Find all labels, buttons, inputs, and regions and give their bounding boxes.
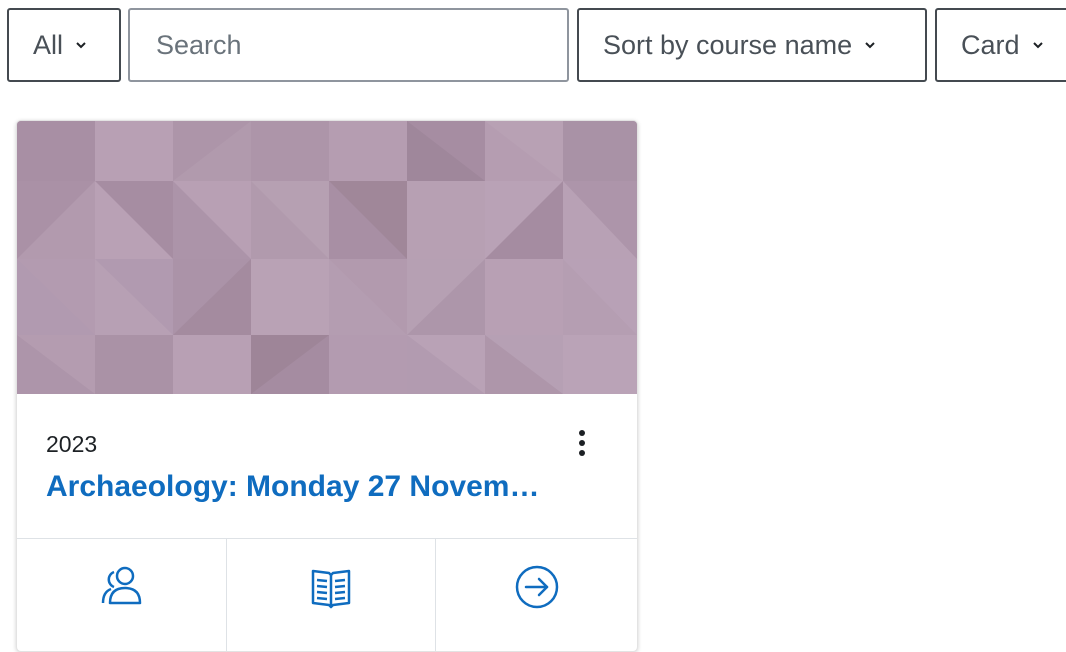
- participants-icon: [101, 566, 141, 605]
- sort-dropdown-label: Sort by course name: [603, 29, 853, 60]
- search-field[interactable]: [128, 8, 569, 82]
- view-dropdown-label: Card: [961, 29, 1020, 60]
- go-to-course-button[interactable]: [435, 539, 637, 651]
- sort-dropdown[interactable]: Sort by course name: [577, 8, 927, 82]
- course-card: 2023 Archaeology: Monday 27 November 202…: [16, 120, 638, 652]
- grouping-dropdown[interactable]: All: [7, 8, 121, 82]
- course-category: 2023: [46, 431, 98, 457]
- grouping-dropdown-label: All: [33, 29, 64, 60]
- participants-button[interactable]: [17, 539, 226, 651]
- chevron-down-icon: [76, 42, 86, 49]
- search-input[interactable]: [154, 28, 567, 62]
- course-card-footer: [17, 538, 637, 651]
- course-card-body: 2023 Archaeology: Monday 27 November 202…: [17, 394, 637, 538]
- view-dropdown[interactable]: Card: [935, 8, 1066, 82]
- chevron-down-icon: [865, 42, 875, 49]
- course-name-link[interactable]: Archaeology: Monday 27 November 2023: [46, 470, 546, 504]
- go-to-course-icon: [515, 565, 558, 609]
- course-book-icon: [311, 569, 351, 609]
- more-actions-icon[interactable]: [569, 428, 595, 458]
- course-image[interactable]: [17, 121, 637, 394]
- chevron-down-icon: [1032, 42, 1043, 49]
- course-resources-button[interactable]: [226, 539, 435, 651]
